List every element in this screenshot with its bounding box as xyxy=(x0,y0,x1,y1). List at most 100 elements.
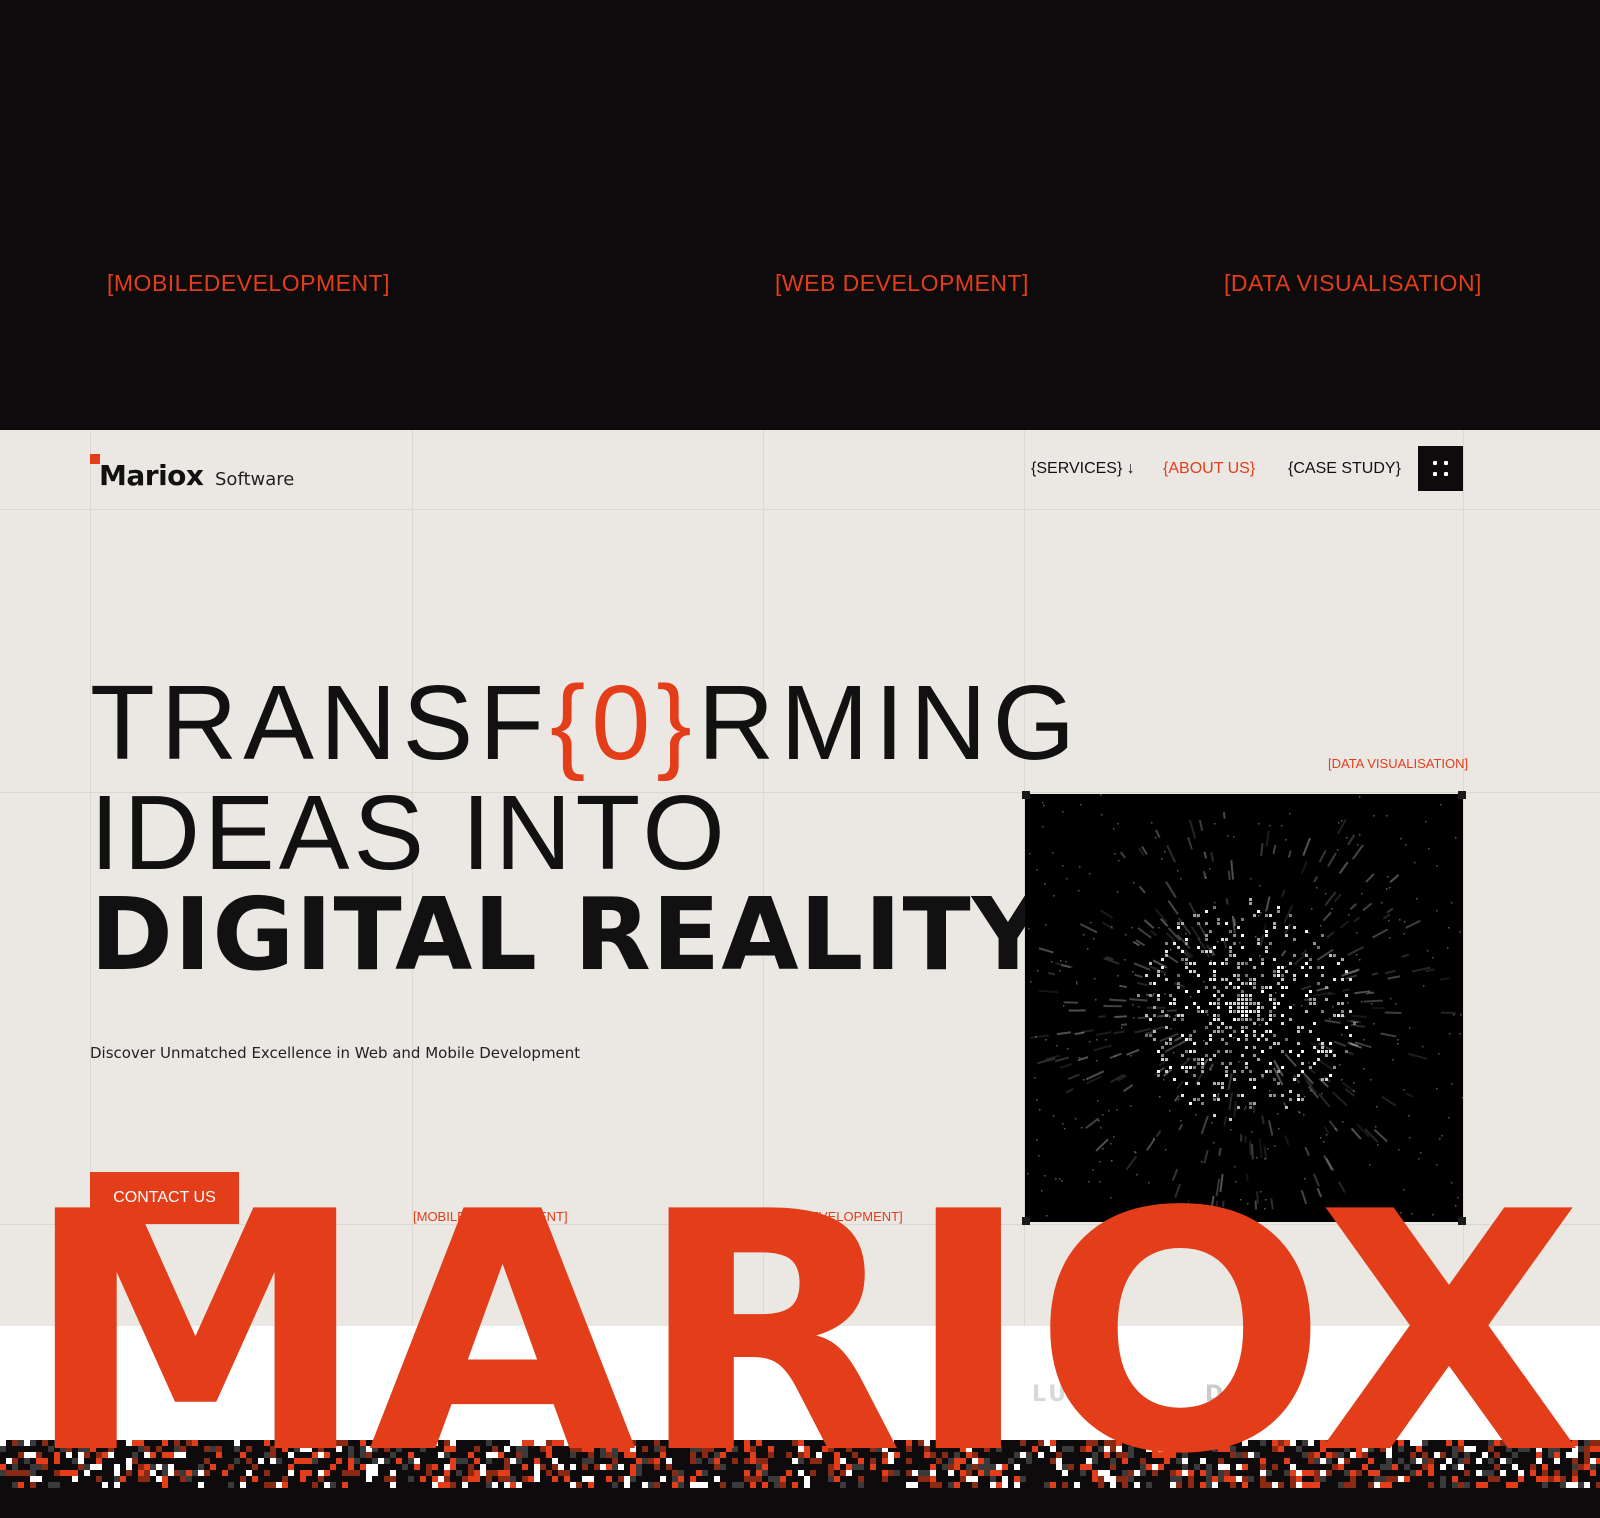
particle-dot xyxy=(1285,986,1288,989)
noise-pixel xyxy=(72,1458,78,1464)
noise-pixel xyxy=(60,1470,66,1476)
noise-pixel xyxy=(672,1476,678,1482)
particle-dot xyxy=(1245,982,1248,985)
noise-pixel xyxy=(1350,1464,1356,1470)
particle-dot xyxy=(1261,962,1264,965)
particle-streak xyxy=(1155,1130,1162,1138)
noise-pixel xyxy=(822,1458,828,1464)
noise-pixel xyxy=(648,1458,654,1464)
particle-streak xyxy=(1174,1036,1182,1042)
noise-pixel xyxy=(372,1458,378,1464)
particle-dot xyxy=(1185,1006,1188,1009)
particle-speck xyxy=(1239,942,1241,944)
particle-speck xyxy=(1390,998,1392,1000)
noise-pixel xyxy=(882,1458,888,1464)
particle-dot xyxy=(1317,1038,1320,1041)
noise-pixel xyxy=(762,1458,768,1464)
particle-dot xyxy=(1245,962,1248,965)
noise-pixel xyxy=(174,1470,180,1476)
nav-services[interactable]: {SERVICES} ↓ xyxy=(1031,460,1135,478)
particle-dot xyxy=(1161,958,1164,961)
particle-dot xyxy=(1213,978,1216,981)
noise-pixel xyxy=(1404,1482,1410,1488)
particle-streak xyxy=(1333,1040,1347,1047)
noise-pixel xyxy=(1512,1476,1518,1482)
particle-speck xyxy=(1440,804,1442,806)
noise-pixel xyxy=(756,1458,762,1464)
noise-pixel xyxy=(444,1464,450,1470)
noise-pixel xyxy=(480,1458,486,1464)
particle-dot xyxy=(1205,1054,1208,1057)
noise-pixel xyxy=(126,1458,132,1464)
noise-pixel xyxy=(1488,1458,1494,1464)
noise-pixel xyxy=(1404,1476,1410,1482)
particle-dot xyxy=(1213,1002,1216,1005)
noise-pixel xyxy=(1188,1470,1194,1476)
noise-pixel xyxy=(612,1458,618,1464)
particle-dot xyxy=(1249,1102,1252,1105)
particle-speck xyxy=(1089,873,1091,875)
particle-streak xyxy=(1079,923,1098,934)
particle-dot xyxy=(1257,1002,1260,1005)
noise-pixel xyxy=(552,1476,558,1482)
nav-about-us[interactable]: {ABOUT US} xyxy=(1163,460,1255,478)
particle-speck xyxy=(1164,974,1166,976)
particle-streak xyxy=(1323,1155,1333,1171)
mini-tag-data[interactable]: [DATA VISUALISATION] xyxy=(1328,756,1468,771)
noise-pixel xyxy=(1128,1470,1134,1476)
particle-speck xyxy=(1233,1037,1235,1039)
noise-pixel xyxy=(36,1476,42,1482)
noise-pixel xyxy=(930,1470,936,1476)
noise-pixel xyxy=(438,1464,444,1470)
particle-dot xyxy=(1277,974,1280,977)
corner-handle xyxy=(1022,791,1030,799)
top-tag-web[interactable]: [WEB DEVELOPMENT] xyxy=(775,270,1029,297)
particle-speck xyxy=(1121,1027,1123,1029)
noise-pixel xyxy=(138,1464,144,1470)
noise-pixel xyxy=(696,1470,702,1476)
particle-speck xyxy=(1203,981,1205,983)
top-tag-data[interactable]: [DATA VISUALISATION] xyxy=(1224,270,1482,297)
noise-pixel xyxy=(234,1464,240,1470)
particle-dot xyxy=(1225,1026,1228,1029)
particle-streak xyxy=(1287,850,1292,858)
particle-dot xyxy=(1213,1098,1216,1101)
particle-speck xyxy=(1234,1166,1236,1168)
noise-pixel xyxy=(156,1470,162,1476)
particle-streak xyxy=(1174,1183,1182,1198)
particle-speck xyxy=(1081,1127,1083,1129)
particle-dot xyxy=(1177,974,1180,977)
nav-case-study[interactable]: {CASE STUDY} xyxy=(1288,460,1401,478)
particle-dot xyxy=(1309,998,1312,1001)
particle-speck xyxy=(1042,802,1044,804)
noise-pixel xyxy=(1176,1482,1182,1488)
noise-pixel xyxy=(960,1464,966,1470)
noise-pixel xyxy=(168,1476,174,1482)
particle-dot xyxy=(1297,1094,1300,1097)
noise-pixel xyxy=(900,1482,906,1488)
particle-dot xyxy=(1349,1010,1352,1013)
particle-streak xyxy=(1351,1014,1368,1019)
particle-speck xyxy=(1376,1106,1378,1108)
noise-pixel xyxy=(1002,1476,1008,1482)
noise-pixel xyxy=(858,1470,864,1476)
noise-pixel xyxy=(30,1482,36,1488)
noise-pixel xyxy=(690,1482,696,1488)
particle-dot xyxy=(1257,1014,1260,1017)
particle-dot xyxy=(1297,1026,1300,1029)
top-tag-mobile[interactable]: [MOBILEDEVELOPMENT] xyxy=(107,270,390,297)
particle-dot xyxy=(1309,1066,1312,1069)
menu-button[interactable] xyxy=(1418,446,1463,491)
particle-dot xyxy=(1217,1002,1220,1005)
particle-dot xyxy=(1237,994,1240,997)
particle-speck xyxy=(1117,975,1119,977)
noise-pixel xyxy=(1386,1482,1392,1488)
noise-pixel xyxy=(558,1482,564,1488)
particle-streak xyxy=(1136,981,1148,987)
particle-streak xyxy=(1056,1031,1072,1036)
particle-dot xyxy=(1329,1050,1332,1053)
particle-dot xyxy=(1321,1010,1324,1013)
noise-pixel xyxy=(726,1470,732,1476)
noise-pixel xyxy=(498,1476,504,1482)
particle-dot xyxy=(1237,1038,1240,1041)
